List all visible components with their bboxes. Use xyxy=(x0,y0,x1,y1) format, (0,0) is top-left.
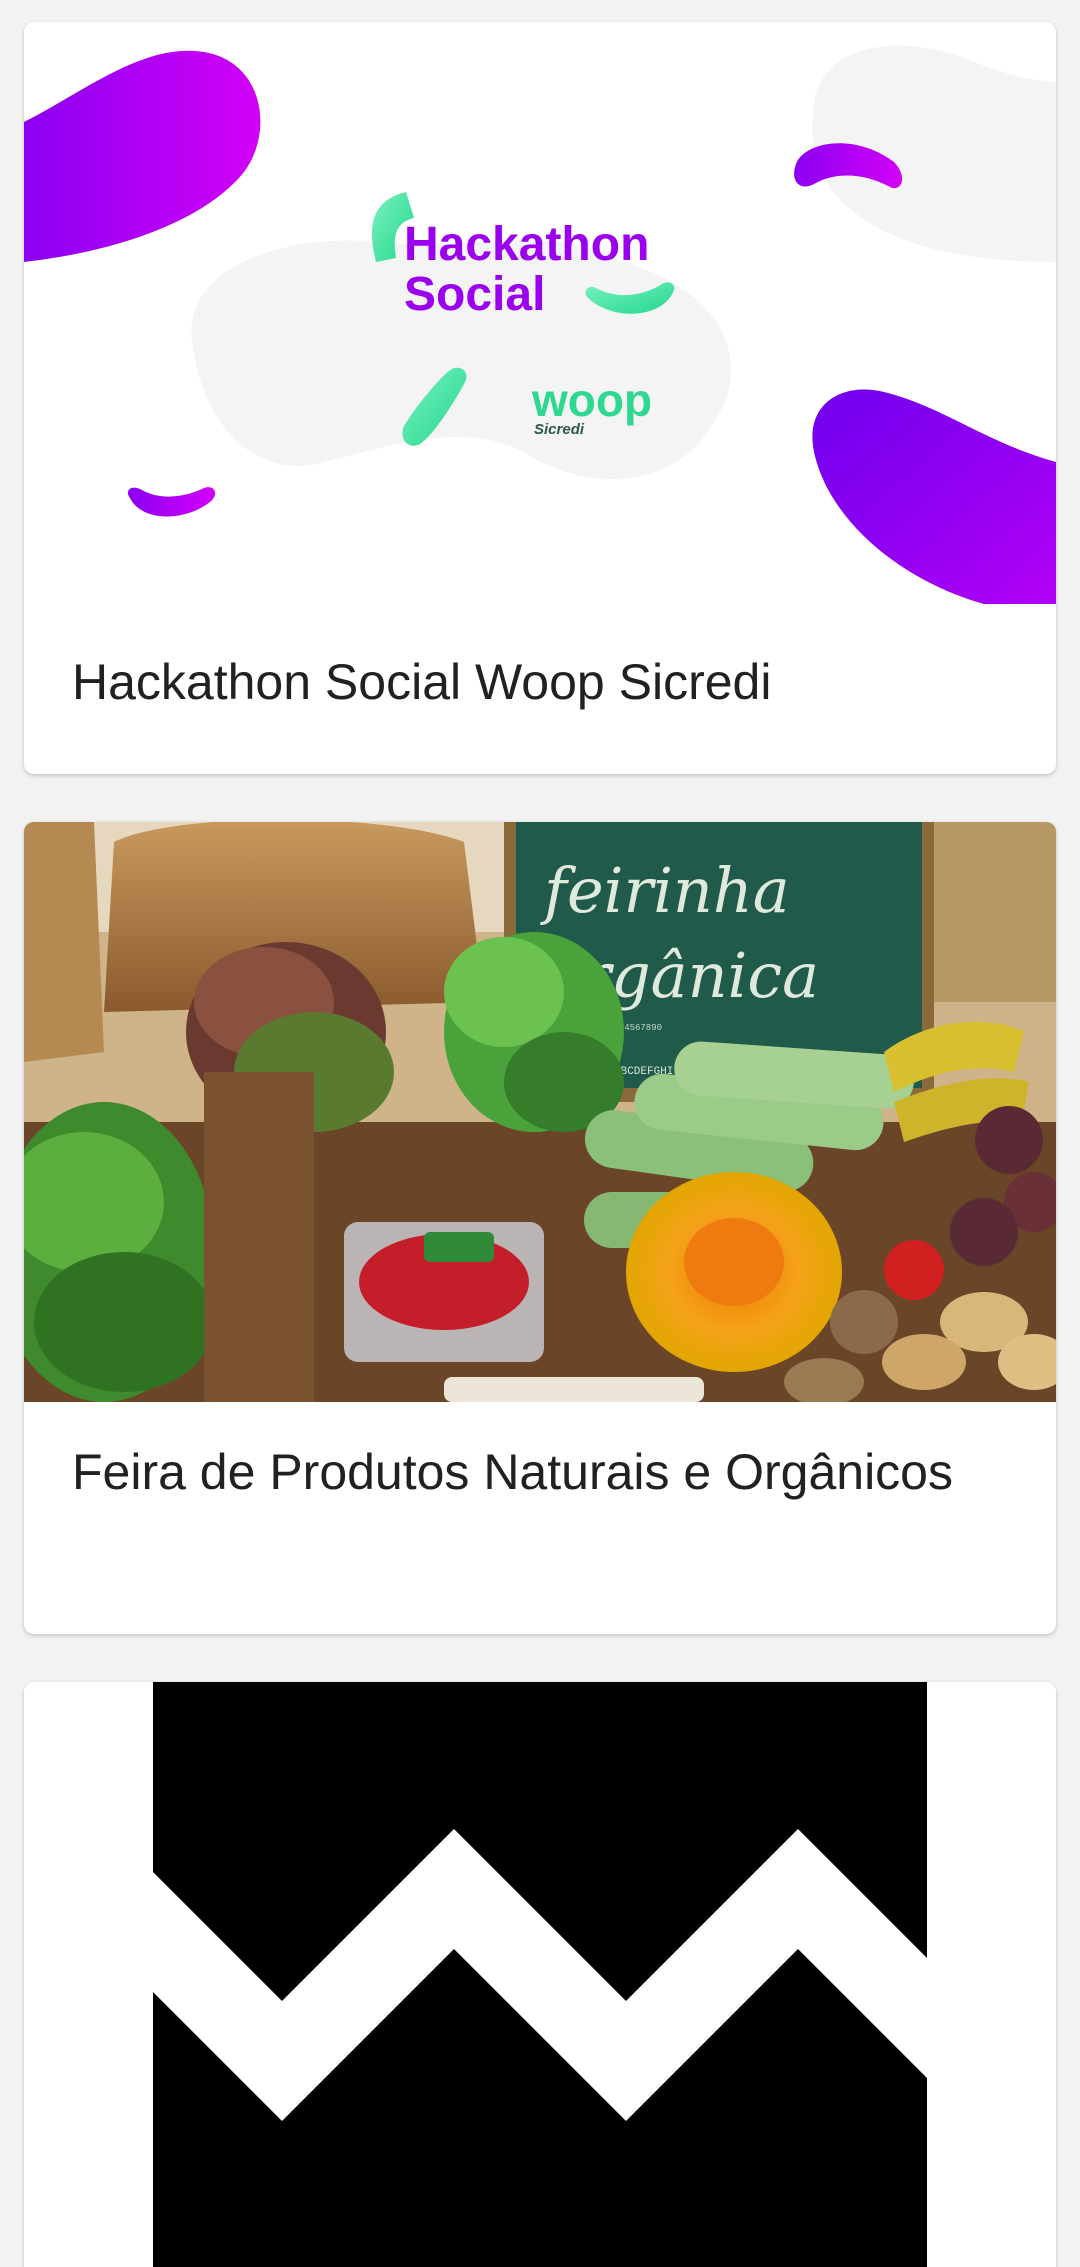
event-image-feira: feirinha orgânica 1234567890 ABCDEFGHIJK… xyxy=(24,822,1056,1402)
woop-logo: woop xyxy=(531,374,652,426)
chalk-text-line1: feirinha xyxy=(540,854,790,927)
sicredi-logo-text: Sicredi xyxy=(534,421,585,438)
event-title: Feira de Produtos Naturais e Orgânicos xyxy=(72,1444,953,1500)
event-image-hackathon: Hackathon Social woop Sicredi xyxy=(24,22,1056,604)
events-feed: Hackathon Social woop Sicredi Hackathon … xyxy=(0,0,1080,2267)
hackathon-logo-line2: Social xyxy=(404,268,545,321)
event-card-feira[interactable]: feirinha orgânica 1234567890 ABCDEFGHIJK… xyxy=(24,822,1056,1634)
event-card-hackathon[interactable]: Hackathon Social woop Sicredi Hackathon … xyxy=(24,22,1056,774)
hackathon-banner-illustration: Hackathon Social woop Sicredi xyxy=(24,22,1056,604)
event-title: Hackathon Social Woop Sicredi xyxy=(72,654,772,710)
zigzag-logo-image xyxy=(24,1682,1056,2267)
event-image-third xyxy=(24,1682,1056,2267)
event-card-third[interactable] xyxy=(24,1682,1056,2267)
organic-produce-photo: feirinha orgânica 1234567890 ABCDEFGHIJK… xyxy=(24,822,1056,1402)
hackathon-logo-line1: Hackathon xyxy=(404,218,649,271)
